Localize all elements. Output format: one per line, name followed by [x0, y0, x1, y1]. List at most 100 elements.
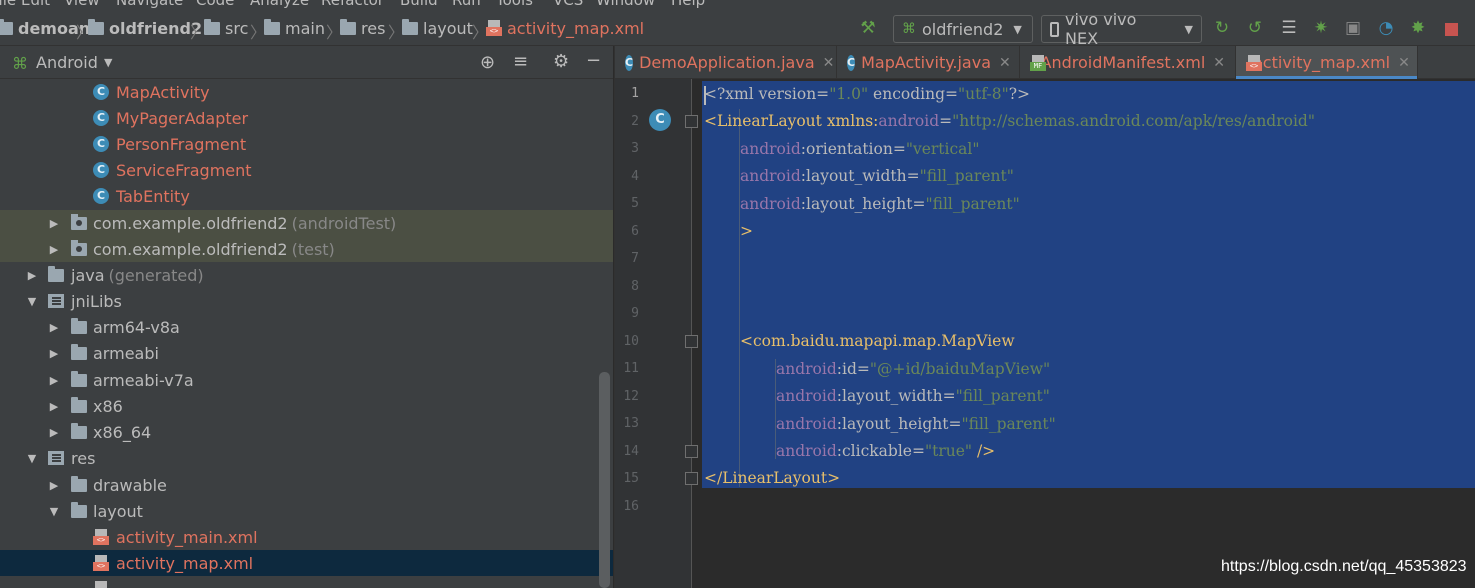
apply-code-changes-icon[interactable]: ↺: [1245, 18, 1265, 38]
folder-icon: [204, 18, 220, 35]
folder-icon: [71, 343, 87, 360]
line-number: 2: [631, 114, 639, 129]
fold-marker-icon[interactable]: [685, 115, 698, 128]
menu-navigate[interactable]: Navigate: [116, 0, 183, 9]
breadcrumb-layout[interactable]: layout: [402, 18, 473, 38]
line-number: 9: [631, 306, 639, 321]
breadcrumb-file[interactable]: <> activity_map.xml: [486, 18, 644, 38]
view-mode-select[interactable]: Android: [36, 53, 98, 72]
close-icon[interactable]: ✕: [1213, 55, 1225, 71]
tree-item-drawable[interactable]: ▶ drawable: [0, 472, 600, 498]
tree-item-servicefragment[interactable]: C ServiceFragment: [0, 157, 600, 183]
collapse-arrow-icon[interactable]: ▼: [26, 452, 38, 465]
tree-item-activity-map-xml[interactable]: <> activity_map.xml: [0, 550, 613, 576]
breadcrumb-res[interactable]: res: [340, 18, 385, 38]
collapse-arrow-icon[interactable]: ▼: [26, 295, 38, 308]
menu-help[interactable]: Help: [671, 0, 705, 9]
tree-item-x86-64[interactable]: ▶ x86_64: [0, 419, 600, 445]
tree-item-partial[interactable]: <>: [0, 576, 600, 588]
expand-arrow-icon[interactable]: ▶: [48, 400, 60, 413]
tree-item-tabentity[interactable]: C TabEntity: [0, 183, 600, 209]
close-icon[interactable]: ✕: [999, 55, 1011, 71]
coverage-icon[interactable]: ▣: [1343, 18, 1363, 38]
run-tests-list-icon[interactable]: ☰: [1279, 18, 1299, 38]
tree-item-personfragment[interactable]: C PersonFragment: [0, 131, 600, 157]
tree-item-java-generated[interactable]: ▶ java (generated): [0, 262, 600, 288]
menu-window[interactable]: Window: [596, 0, 655, 9]
menu-file[interactable]: File: [0, 0, 16, 9]
tab-mapactivity[interactable]: C MapActivity.java ✕: [837, 46, 1020, 79]
collapse-all-icon[interactable]: ≡: [513, 51, 528, 72]
android-icon: ⌘: [12, 54, 28, 73]
menu-view[interactable]: View: [64, 0, 100, 9]
expand-arrow-icon[interactable]: ▶: [48, 243, 60, 256]
menu-run[interactable]: Run: [452, 0, 481, 9]
tree-item-layout[interactable]: ▼ layout: [0, 498, 600, 524]
tree-item-activity-main-xml[interactable]: <> activity_main.xml: [0, 524, 600, 550]
menu-vcs[interactable]: VCS: [553, 0, 583, 9]
expand-arrow-icon[interactable]: ▶: [48, 217, 60, 230]
debug-bug-icon[interactable]: ✷: [1311, 18, 1331, 38]
tree-item-package-androidtest[interactable]: ▶ com.example.oldfriend2 (androidTest): [0, 210, 613, 236]
source-folder-icon: [48, 294, 64, 308]
menu-bar: File Edit View Navigate Code Analyze Ref…: [0, 0, 1475, 10]
tree-item-jnilibs[interactable]: ▼ jniLibs: [0, 288, 600, 314]
apply-changes-restart-icon[interactable]: ↻: [1212, 18, 1232, 38]
device-select[interactable]: vivo vivo NEX ▼: [1041, 10, 1202, 48]
attach-debugger-icon[interactable]: ✸: [1408, 18, 1428, 38]
menu-edit[interactable]: Edit: [21, 0, 50, 9]
hide-panel-minus-icon[interactable]: −: [586, 50, 601, 71]
menu-code[interactable]: Code: [196, 0, 234, 9]
run-configuration-select[interactable]: ⌘ oldfriend2 ▼: [893, 15, 1033, 43]
profile-icon[interactable]: ◔: [1376, 18, 1396, 38]
tree-item-armeabi[interactable]: ▶ armeabi: [0, 340, 600, 366]
tree-item-package-test[interactable]: ▶ com.example.oldfriend2 (test): [0, 236, 613, 262]
tree-item-mapactivity[interactable]: C MapActivity: [0, 79, 600, 105]
fold-marker-icon[interactable]: [685, 472, 698, 485]
breadcrumb-src[interactable]: src: [204, 18, 248, 38]
tree-item-res[interactable]: ▼ res: [0, 445, 600, 471]
collapse-arrow-icon[interactable]: ▼: [48, 505, 60, 518]
tree-item-armeabi-v7a[interactable]: ▶ armeabi-v7a: [0, 367, 600, 393]
line-number: 12: [623, 389, 639, 404]
xml-file-icon: <>: [93, 555, 109, 571]
project-scrollbar[interactable]: [599, 372, 610, 588]
folder-icon: [71, 475, 87, 492]
tree-item-arm64-v8a[interactable]: ▶ arm64-v8a: [0, 314, 600, 340]
expand-arrow-icon[interactable]: ▶: [48, 347, 60, 360]
breadcrumb-main[interactable]: main: [264, 18, 325, 38]
expand-arrow-icon[interactable]: ▶: [48, 321, 60, 334]
chevron-down-icon[interactable]: ▼: [104, 56, 112, 69]
tree-item-mypageradapter[interactable]: C MyPagerAdapter: [0, 105, 600, 131]
generated-folder-icon: [48, 265, 64, 282]
related-class-gutter-icon[interactable]: C: [649, 109, 671, 131]
menu-refactor[interactable]: Refactor: [321, 0, 384, 9]
close-icon[interactable]: ✕: [823, 55, 835, 71]
line-number: 16: [623, 499, 639, 514]
expand-arrow-icon[interactable]: ▶: [26, 269, 38, 282]
package-icon: [71, 239, 87, 256]
locate-target-icon[interactable]: ⊕: [480, 52, 495, 73]
menu-tools[interactable]: Tools: [496, 0, 533, 9]
expand-arrow-icon[interactable]: ▶: [48, 374, 60, 387]
breadcrumb-module[interactable]: oldfriend2: [88, 18, 202, 38]
close-icon[interactable]: ✕: [1398, 55, 1410, 71]
tree-item-x86[interactable]: ▶ x86: [0, 393, 600, 419]
stop-icon[interactable]: [1445, 23, 1458, 36]
resource-folder-icon: [48, 451, 64, 465]
code-editor[interactable]: <?xml version="1.0" encoding="utf-8"?> <…: [702, 79, 1475, 588]
fold-marker-icon[interactable]: [685, 335, 698, 348]
gear-icon[interactable]: ⚙: [553, 51, 569, 72]
line-number: 6: [631, 224, 639, 239]
fold-marker-icon[interactable]: [685, 445, 698, 458]
tab-activity-map[interactable]: <> activity_map.xml ✕: [1236, 46, 1418, 79]
expand-arrow-icon[interactable]: ▶: [48, 479, 60, 492]
tab-androidmanifest[interactable]: MF AndroidManifest.xml ✕: [1020, 46, 1236, 79]
make-project-hammer-icon[interactable]: ⚒: [858, 18, 878, 38]
module-icon: [88, 18, 104, 35]
menu-analyze[interactable]: Analyze: [250, 0, 309, 9]
code-line-2: <LinearLayout xmlns:android="http://sche…: [704, 112, 1315, 130]
expand-arrow-icon[interactable]: ▶: [48, 426, 60, 439]
menu-build[interactable]: Build: [400, 0, 438, 9]
tab-demoapplication[interactable]: C DemoApplication.java ✕: [615, 46, 837, 79]
